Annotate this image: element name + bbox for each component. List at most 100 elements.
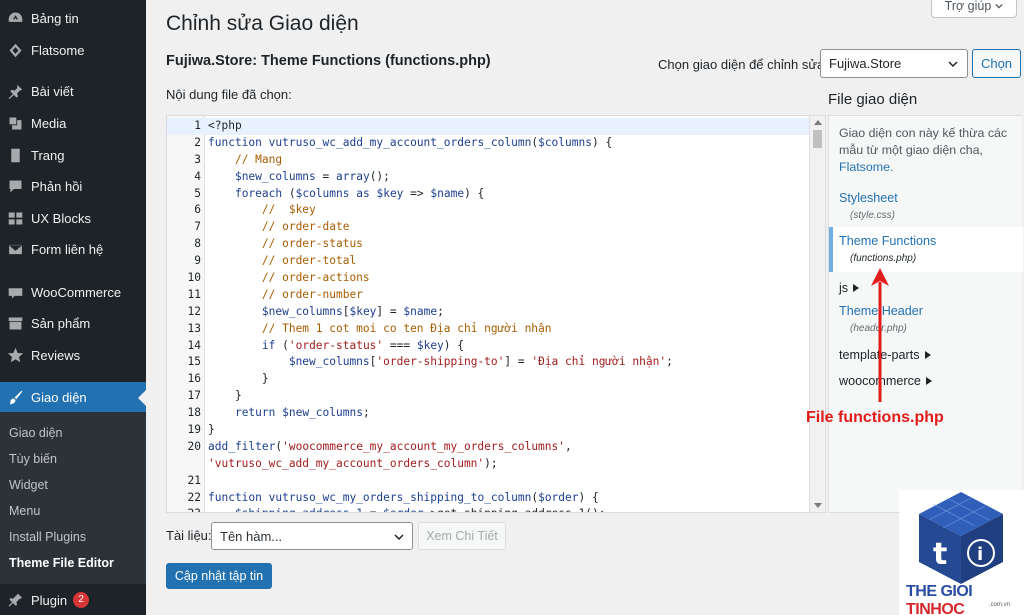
watermark-logo: t i THE GIOI TINHOC .com.vn bbox=[899, 490, 1024, 615]
annotation-arrow-icon bbox=[871, 268, 889, 402]
code-line: 18 return $new_columns; bbox=[167, 405, 812, 422]
sidebar-item-label: Giao diện bbox=[31, 389, 87, 405]
theme-select[interactable]: Fujiwa.Store bbox=[820, 49, 968, 78]
scroll-up-arrow-icon[interactable] bbox=[814, 120, 822, 125]
code-text: // order-actions bbox=[261, 271, 370, 285]
sidebar-item-trang[interactable]: Trang bbox=[0, 140, 146, 170]
folder-js[interactable]: js bbox=[839, 281, 860, 295]
submenu-install-plugins[interactable]: Install Plugins bbox=[9, 530, 86, 544]
sidebar-item-woocommerce[interactable]: WooCommerce bbox=[0, 277, 146, 307]
code-text: // order-date bbox=[261, 220, 350, 234]
code-line: 17 } bbox=[167, 388, 812, 405]
file-name-style-css: (style.css) bbox=[850, 210, 895, 221]
sidebar-item-media[interactable]: Media bbox=[0, 108, 146, 138]
editor-scrollbar[interactable] bbox=[809, 116, 825, 512]
code-text: $new_columns = array(); bbox=[234, 169, 390, 183]
sidebar-item-giao-diện[interactable]: Giao diện bbox=[0, 382, 146, 412]
line-number: 10 bbox=[187, 271, 201, 285]
scroll-down-arrow-icon[interactable] bbox=[814, 503, 822, 508]
code-text: return $new_columns; bbox=[234, 406, 370, 420]
line-number: 6 bbox=[194, 203, 201, 217]
code-editor[interactable]: 1 <?php 2 function vutruso_wc_add_my_accoun… bbox=[166, 115, 826, 513]
code-text: foreach ($columns as $key => $name) { bbox=[234, 186, 485, 200]
function-docs-select[interactable]: Tên hàm... bbox=[211, 522, 413, 550]
submenu-theme-file-editor[interactable]: Theme File Editor bbox=[9, 556, 114, 570]
flatsome-icon bbox=[6, 41, 24, 59]
code-line: 20 add_filter('woocommerce_my_account_my_… bbox=[167, 439, 812, 456]
code-text: // Them 1 cot moi co ten Địa chỉ người n… bbox=[261, 321, 552, 335]
select-theme-label: Chọn giao diện để chỉnh sửa: bbox=[658, 57, 828, 72]
line-number: 2 bbox=[194, 135, 201, 149]
code-text: 'vutruso_wc_add_my_account_orders_column… bbox=[208, 456, 498, 470]
sidebar-item-form-liên-hệ[interactable]: Form liên hệ bbox=[0, 234, 146, 264]
select-theme-button[interactable]: Chọn bbox=[972, 49, 1021, 78]
submenu-themes[interactable]: Giao diện bbox=[9, 426, 63, 440]
chevron-down-icon bbox=[394, 534, 404, 541]
dashboard-icon bbox=[6, 9, 24, 27]
update-file-button[interactable]: Cập nhật tập tin bbox=[166, 563, 272, 589]
sidebar-item-ux-blocks[interactable]: UX Blocks bbox=[0, 203, 146, 233]
theme-files-panel: Giao diện con này kế thừa các mẫu từ một… bbox=[828, 115, 1023, 513]
code-line: 1 <?php bbox=[167, 118, 812, 135]
mail-icon bbox=[6, 240, 24, 258]
documentation-label: Tài liệu: bbox=[166, 528, 212, 543]
help-button[interactable]: Trợ giúp bbox=[931, 0, 1017, 18]
sidebar-item-reviews[interactable]: Reviews bbox=[0, 340, 146, 370]
file-link-functions[interactable]: Theme Functions bbox=[839, 234, 936, 248]
code-line: 6 // $key bbox=[167, 202, 812, 219]
code-line: 16 } bbox=[167, 371, 812, 388]
app-root: Bảng tin Flatsome Bài viết Media Trang Phản h… bbox=[0, 0, 1024, 615]
sidebar-item-label: Plugin bbox=[31, 592, 68, 608]
code-line: 8 // order-status bbox=[167, 236, 812, 253]
line-number: 21 bbox=[187, 473, 201, 487]
theme-select-value: Fujiwa.Store bbox=[829, 56, 902, 71]
code-line: 2 function vutruso_wc_add_my_account_orde… bbox=[167, 135, 812, 152]
watermark-text: THE GIOI TINHOC bbox=[906, 583, 1024, 615]
code-text: function vutruso_wc_my_orders_shipping_t… bbox=[208, 490, 599, 504]
cube-logo-icon: t i bbox=[919, 492, 1003, 584]
file-link-stylesheet[interactable]: Stylesheet bbox=[839, 191, 898, 205]
lookup-button[interactable]: Xem Chi Tiết bbox=[418, 522, 506, 550]
submenu-menus[interactable]: Menu bbox=[9, 504, 40, 518]
submenu-customize[interactable]: Tùy biến bbox=[9, 452, 57, 466]
woo-icon bbox=[6, 283, 24, 301]
line-number: 9 bbox=[194, 254, 201, 268]
archive-icon bbox=[6, 314, 24, 332]
line-number: 12 bbox=[187, 304, 201, 318]
code-line: 14 if ('order-status' === $key) { bbox=[167, 338, 812, 355]
code-text: if ('order-status' === $key) { bbox=[261, 338, 465, 352]
sidebar-item-bài-viết[interactable]: Bài viết bbox=[0, 76, 146, 106]
sidebar-item-plugins[interactable]: Plugin 2 bbox=[0, 585, 146, 615]
line-number: 20 bbox=[187, 439, 201, 453]
submenu-widgets[interactable]: Widget bbox=[9, 478, 48, 492]
line-number: 3 bbox=[194, 152, 201, 166]
scroll-thumb[interactable] bbox=[813, 130, 822, 148]
watermark-text-part1: THE GIOI bbox=[906, 583, 973, 600]
comment-icon bbox=[6, 177, 24, 195]
code-text: // Mang bbox=[234, 152, 283, 166]
svg-text:t: t bbox=[933, 537, 947, 572]
star-icon bbox=[6, 346, 24, 364]
code-text: } bbox=[208, 423, 215, 437]
line-number: 13 bbox=[187, 321, 201, 335]
sidebar-item-phản-hồi[interactable]: Phản hồi bbox=[0, 171, 146, 201]
child-theme-note: Giao diện con này kế thừa các mẫu từ một… bbox=[839, 125, 1019, 176]
code-lines: 1 <?php 2 function vutruso_wc_add_my_accoun… bbox=[167, 118, 812, 512]
sidebar-item-sản-phẩm[interactable]: Sản phẩm bbox=[0, 308, 146, 338]
code-text: $shipping_address_1 = $order->get_shippi… bbox=[208, 506, 605, 512]
code-text: // order-number bbox=[261, 287, 363, 301]
pin-icon bbox=[6, 82, 24, 100]
code-line: 9 // order-total bbox=[167, 253, 812, 270]
sidebar-item-bảng-tin[interactable]: Bảng tin bbox=[0, 3, 146, 33]
line-number: 5 bbox=[194, 186, 201, 200]
code-line: 3 // Mang bbox=[167, 152, 812, 169]
line-number: 4 bbox=[194, 169, 201, 183]
code-line: 12 $new_columns[$key] = $name; bbox=[167, 304, 812, 321]
parent-theme-link[interactable]: Flatsome. bbox=[839, 160, 893, 174]
sidebar-item-flatsome[interactable]: Flatsome bbox=[0, 35, 146, 65]
code-text: function vutruso_wc_add_my_account_order… bbox=[208, 135, 613, 149]
line-number: 15 bbox=[187, 355, 201, 369]
editing-file-heading: Fujiwa.Store: Theme Functions (functions… bbox=[166, 53, 491, 69]
code-text: $new_columns['order-shipping-to'] = 'Địa… bbox=[288, 355, 673, 369]
line-number: 22 bbox=[187, 490, 201, 504]
